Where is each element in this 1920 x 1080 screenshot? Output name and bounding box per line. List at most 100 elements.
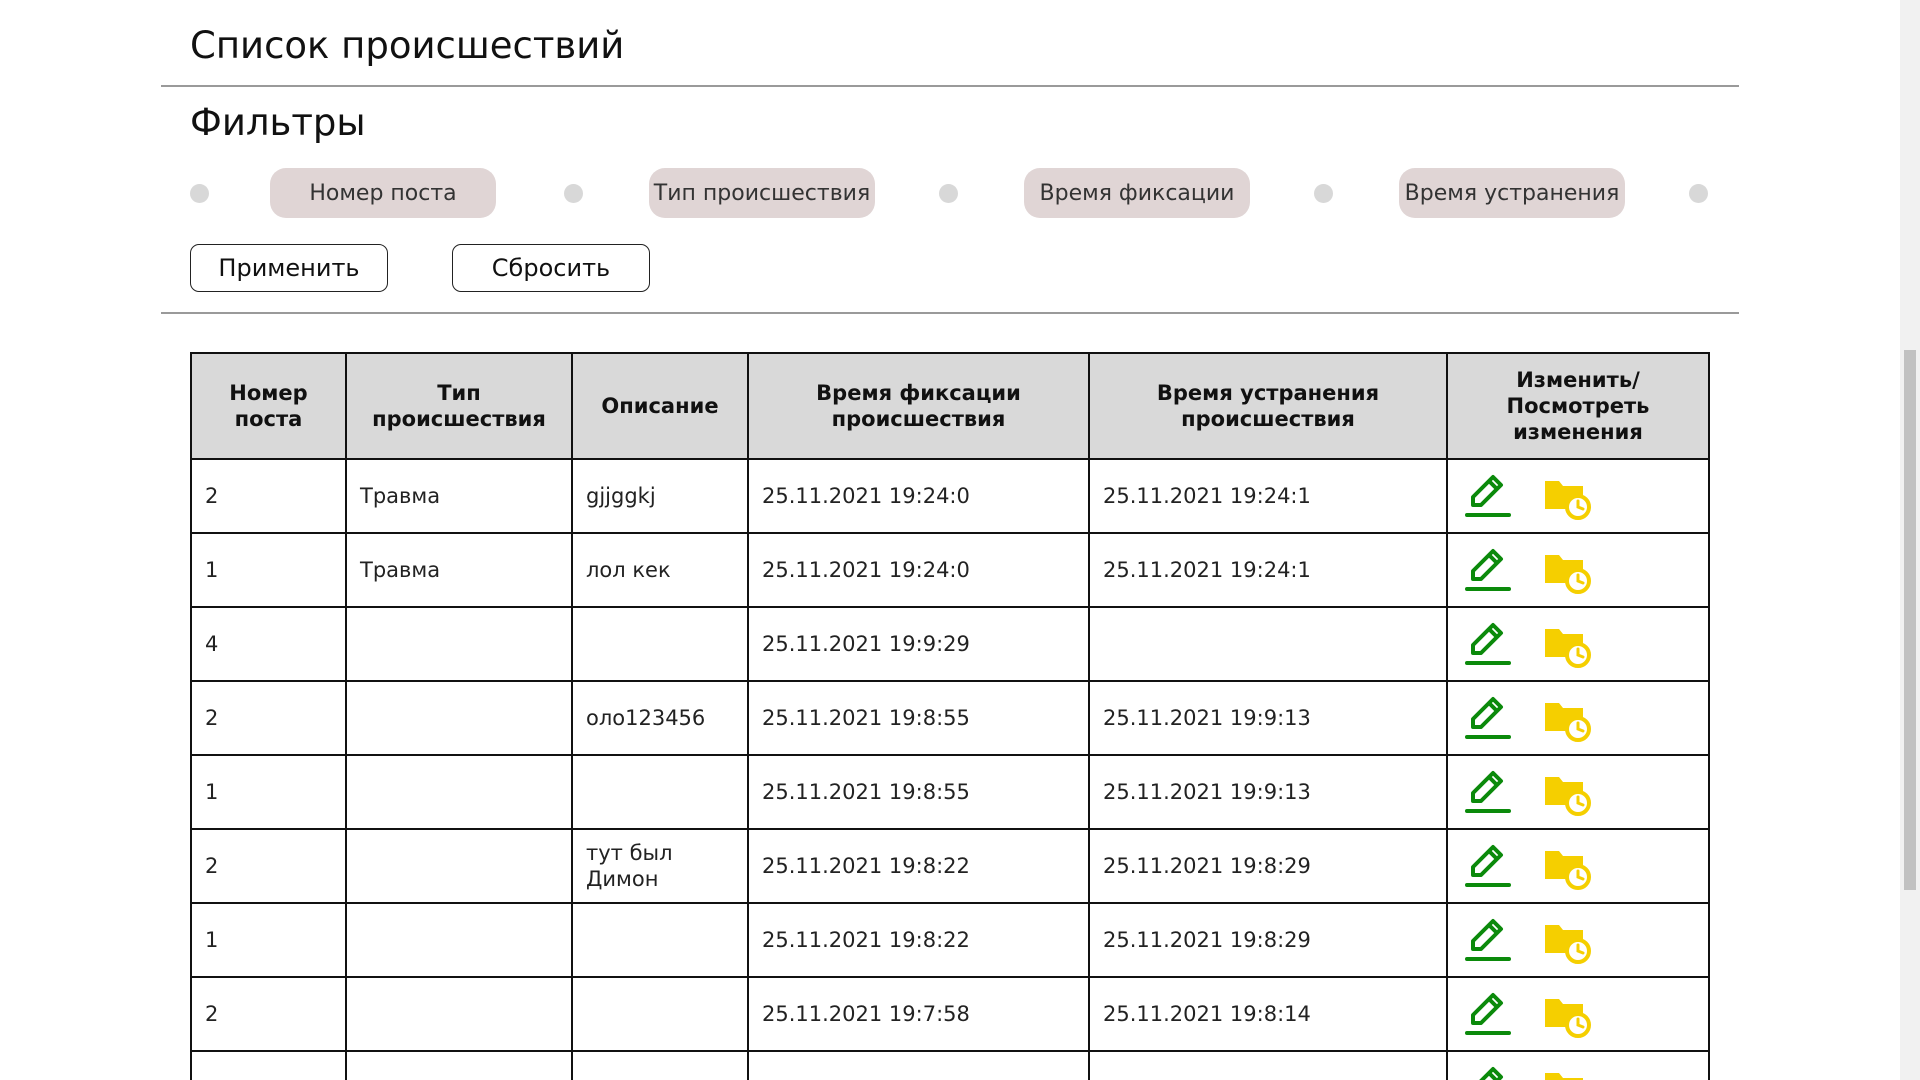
cell-type: Травма xyxy=(345,458,573,534)
cell-description: оло123456 xyxy=(571,680,749,756)
cell-fixed-time: 25.11.2021 19:8:55 xyxy=(747,680,1090,756)
table-row: 4 25.11.2021 19:9:29 xyxy=(190,606,1710,682)
filter-post-number[interactable]: Номер поста xyxy=(270,168,496,218)
cell-type: Травма xyxy=(345,532,573,608)
cell-description xyxy=(571,902,749,978)
cell-post: 1 xyxy=(190,902,347,978)
folder-clock-icon[interactable] xyxy=(1539,469,1593,523)
filter-bar: Номер поста Тип происшествия Время фикса… xyxy=(190,165,1710,221)
column-header-post[interactable]: Номер поста xyxy=(190,352,347,460)
table-row: 1 25.11.2021 19:8:22 25.11.2021 19:8:29 xyxy=(190,902,1710,978)
cell-actions xyxy=(1446,458,1710,534)
table-header-row: Номер поста Тип происшествия Описание Вр… xyxy=(190,352,1710,460)
folder-clock-icon[interactable] xyxy=(1539,691,1593,745)
table-row: 2 оло123456 25.11.2021 19:8:55 25.11.2021 1… xyxy=(190,680,1710,756)
page: Список происшествий Фильтры Номер поста … xyxy=(0,0,1920,1080)
filter-incident-type[interactable]: Тип происшествия xyxy=(649,168,875,218)
cell-post xyxy=(190,1050,347,1080)
cell-type xyxy=(345,1050,573,1080)
table-row: 2 тут был Димон 25.11.2021 19:8:22 25.11.20… xyxy=(190,828,1710,904)
cell-resolved-time: 25.11.2021 19:8:29 xyxy=(1088,828,1448,904)
table-row: 2 Травма gjjggkj 25.11.2021 19:24:0 25.11.20… xyxy=(190,458,1710,534)
column-header-fixed-time[interactable]: Время фиксации происшествия xyxy=(747,352,1090,460)
pencil-icon[interactable] xyxy=(1461,543,1515,597)
cell-resolved-time: 25.11.2021 19:8:14 xyxy=(1088,976,1448,1052)
divider xyxy=(161,85,1739,87)
cell-type xyxy=(345,976,573,1052)
table-row: 1 Травма лол кек 25.11.2021 19:24:0 25.11.20… xyxy=(190,532,1710,608)
cell-actions xyxy=(1446,1050,1710,1080)
cell-fixed-time: 25.11.2021 19:24:0 xyxy=(747,458,1090,534)
apply-button[interactable]: Применить xyxy=(190,244,388,292)
cell-actions xyxy=(1446,828,1710,904)
folder-clock-icon[interactable] xyxy=(1539,987,1593,1041)
vertical-scrollbar[interactable] xyxy=(1900,0,1920,1080)
cell-fixed-time: 25.11.2021 19:8:22 xyxy=(747,828,1090,904)
column-header-type[interactable]: Тип происшествия xyxy=(345,352,573,460)
cell-resolved-time: 25.11.2021 19:9:13 xyxy=(1088,680,1448,756)
table-body: 2 Травма gjjggkj 25.11.2021 19:24:0 25.11.20… xyxy=(190,458,1710,1080)
cell-type xyxy=(345,828,573,904)
column-header-resolved-time[interactable]: Время устранения происшествия xyxy=(1088,352,1448,460)
column-header-actions: Изменить/ Посмотреть изменения xyxy=(1446,352,1710,460)
cell-post: 2 xyxy=(190,976,347,1052)
column-header-description[interactable]: Описание xyxy=(571,352,749,460)
cell-type xyxy=(345,680,573,756)
folder-clock-icon[interactable] xyxy=(1539,1061,1593,1080)
cell-fixed-time: 25.11.2021 19:9:29 xyxy=(747,606,1090,682)
table-row: 2 25.11.2021 19:7:58 25.11.2021 19:8:14 xyxy=(190,976,1710,1052)
cell-actions xyxy=(1446,532,1710,608)
cell-type xyxy=(345,902,573,978)
cell-post: 1 xyxy=(190,532,347,608)
cell-actions xyxy=(1446,606,1710,682)
cell-resolved-time: 25.11.2021 19:8:29 xyxy=(1088,902,1448,978)
scrollbar-thumb[interactable] xyxy=(1904,350,1916,890)
cell-description xyxy=(571,1050,749,1080)
filter-separator-dot xyxy=(564,184,583,203)
table-row: 1 25.11.2021 19:8:55 25.11.2021 19:9:13 xyxy=(190,754,1710,830)
table-row xyxy=(190,1050,1710,1080)
filters-title: Фильтры xyxy=(190,101,366,144)
pencil-icon[interactable] xyxy=(1461,469,1515,523)
pencil-icon[interactable] xyxy=(1461,617,1515,671)
pencil-icon[interactable] xyxy=(1461,987,1515,1041)
cell-resolved-time: 25.11.2021 19:24:1 xyxy=(1088,532,1448,608)
cell-resolved-time xyxy=(1088,606,1448,682)
cell-description: тут был Димон xyxy=(571,828,749,904)
cell-type xyxy=(345,606,573,682)
cell-resolved-time: 25.11.2021 19:24:1 xyxy=(1088,458,1448,534)
pencil-icon[interactable] xyxy=(1461,691,1515,745)
pencil-icon[interactable] xyxy=(1461,839,1515,893)
cell-type xyxy=(345,754,573,830)
cell-description xyxy=(571,606,749,682)
cell-resolved-time xyxy=(1088,1050,1448,1080)
pencil-icon[interactable] xyxy=(1461,765,1515,819)
divider xyxy=(161,312,1739,314)
cell-post: 2 xyxy=(190,828,347,904)
cell-description xyxy=(571,976,749,1052)
cell-description xyxy=(571,754,749,830)
pencil-icon[interactable] xyxy=(1461,1061,1515,1080)
folder-clock-icon[interactable] xyxy=(1539,543,1593,597)
filter-separator-dot xyxy=(939,184,958,203)
cell-fixed-time: 25.11.2021 19:7:58 xyxy=(747,976,1090,1052)
cell-actions xyxy=(1446,680,1710,756)
filter-fixed-time[interactable]: Время фиксации xyxy=(1024,168,1250,218)
filter-resolved-time[interactable]: Время устранения xyxy=(1399,168,1625,218)
cell-actions xyxy=(1446,902,1710,978)
cell-actions xyxy=(1446,754,1710,830)
folder-clock-icon[interactable] xyxy=(1539,765,1593,819)
cell-fixed-time xyxy=(747,1050,1090,1080)
cell-fixed-time: 25.11.2021 19:8:55 xyxy=(747,754,1090,830)
cell-fixed-time: 25.11.2021 19:24:0 xyxy=(747,532,1090,608)
filter-separator-dot xyxy=(1314,184,1333,203)
folder-clock-icon[interactable] xyxy=(1539,913,1593,967)
folder-clock-icon[interactable] xyxy=(1539,839,1593,893)
pencil-icon[interactable] xyxy=(1461,913,1515,967)
reset-button[interactable]: Сбросить xyxy=(452,244,650,292)
cell-post: 2 xyxy=(190,680,347,756)
folder-clock-icon[interactable] xyxy=(1539,617,1593,671)
cell-actions xyxy=(1446,976,1710,1052)
cell-post: 2 xyxy=(190,458,347,534)
filter-separator-dot xyxy=(1689,184,1708,203)
